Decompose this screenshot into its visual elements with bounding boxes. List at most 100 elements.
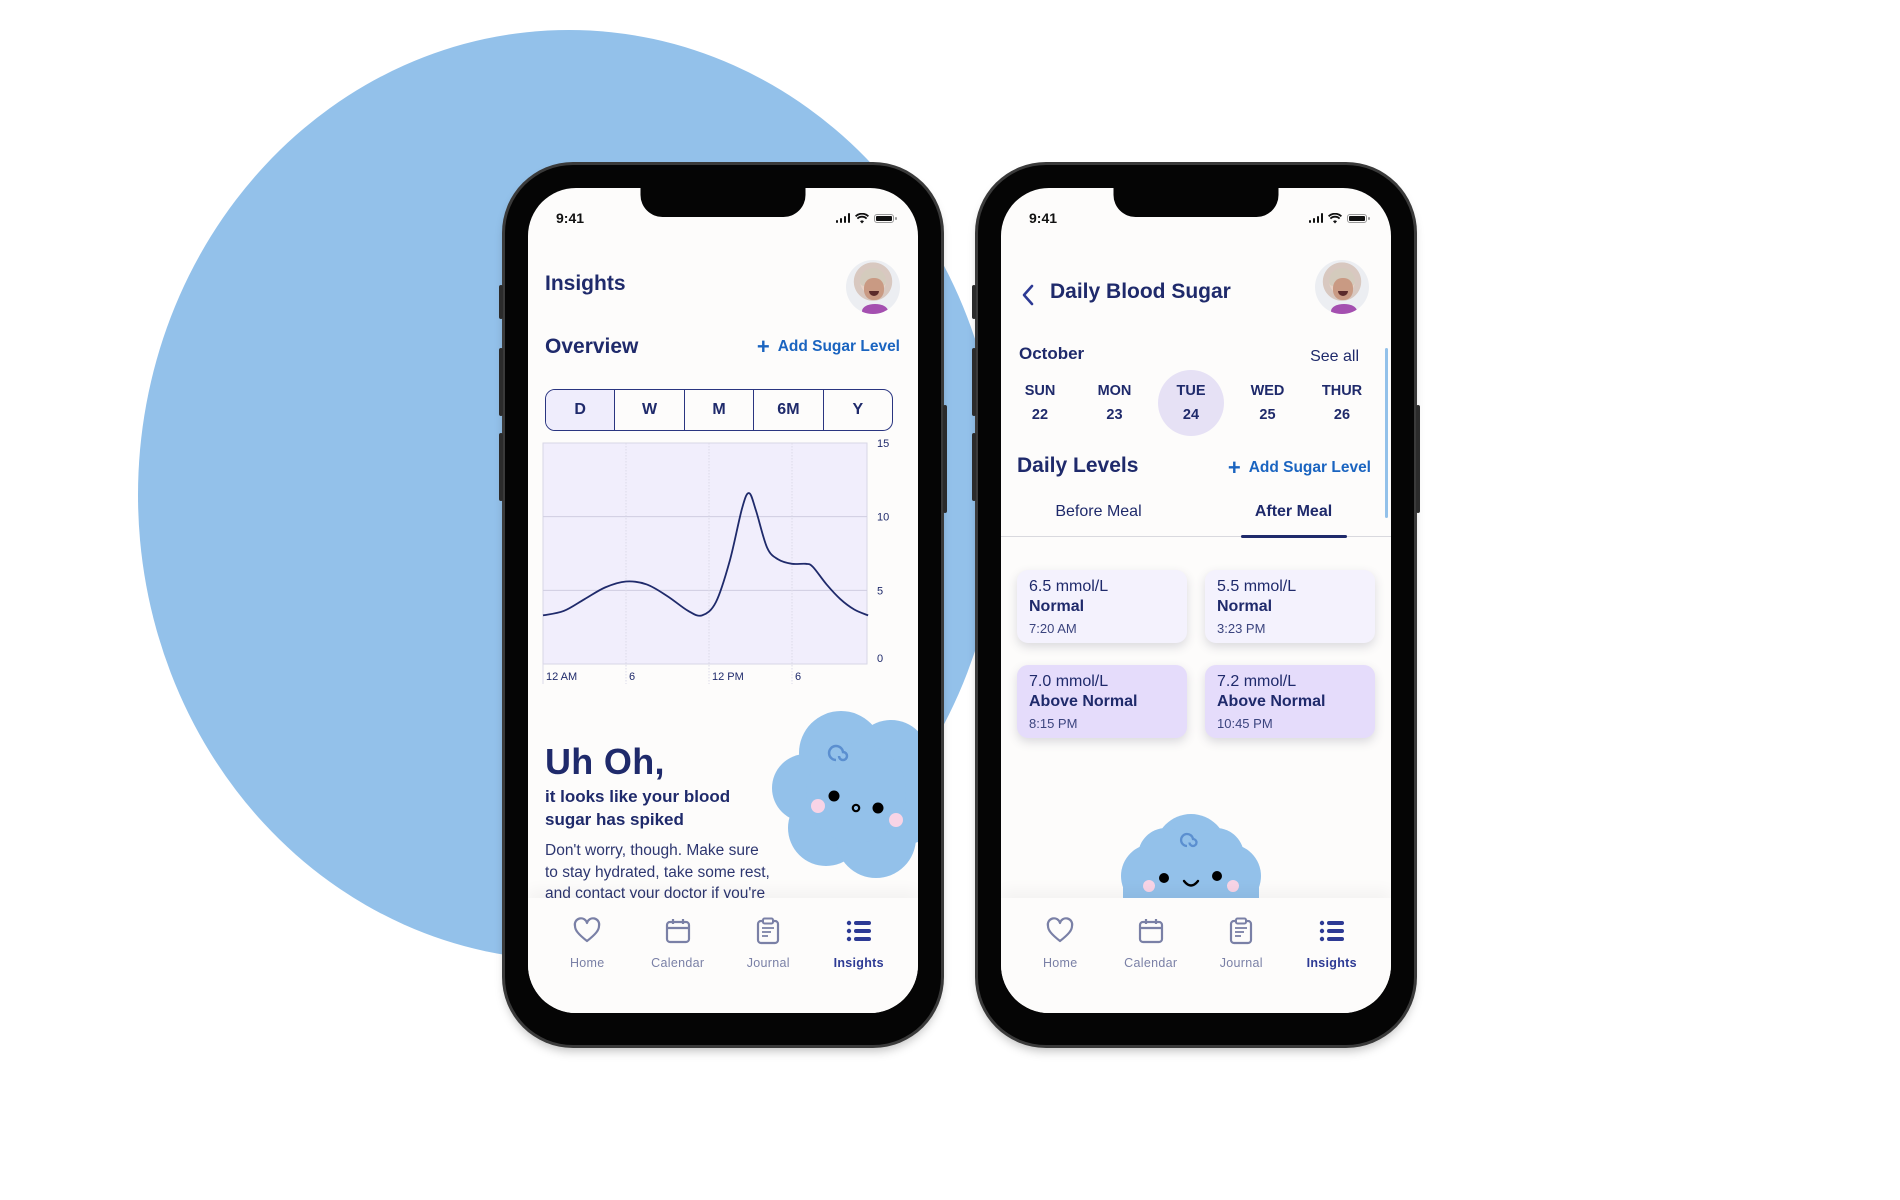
tab-calendar[interactable]: Calendar xyxy=(638,898,718,1013)
reading-card[interactable]: 7.0 mmol/L Above Normal 8:15 PM xyxy=(1017,665,1187,738)
battery-icon xyxy=(874,213,897,223)
chart-plot-area xyxy=(542,442,868,665)
reading-time: 8:15 PM xyxy=(1029,716,1078,731)
tab-home[interactable]: Home xyxy=(547,898,627,1013)
y-tick-label: 0 xyxy=(877,653,883,665)
tab-insights[interactable]: Insights xyxy=(1292,898,1372,1013)
day-mon[interactable]: MON 23 xyxy=(1084,370,1146,436)
tab-before-meal[interactable]: Before Meal xyxy=(1001,499,1196,536)
day-date: 24 xyxy=(1182,407,1200,423)
heart-icon xyxy=(1046,917,1074,943)
range-day[interactable]: D xyxy=(546,390,615,430)
mute-switch xyxy=(972,285,976,319)
day-tue-selected[interactable]: TUE 24 xyxy=(1158,370,1224,436)
tab-calendar-label: Calendar xyxy=(1124,956,1178,970)
reading-card[interactable]: 5.5 mmol/L Normal 3:23 PM xyxy=(1205,570,1375,643)
y-tick-label: 15 xyxy=(877,438,889,450)
add-sugar-level-label: Add Sugar Level xyxy=(777,338,900,355)
chevron-left-icon xyxy=(1022,284,1034,306)
range-year[interactable]: Y xyxy=(822,390,892,430)
scrollbar[interactable] xyxy=(1385,348,1388,518)
power-button xyxy=(943,405,947,513)
notch xyxy=(640,188,806,217)
reading-status: Normal xyxy=(1029,598,1085,615)
tab-bar: Home Calendar Journal Insights xyxy=(528,898,918,1013)
day-date: 23 xyxy=(1106,407,1123,423)
status-time: 9:41 xyxy=(1029,210,1058,226)
day-name: TUE xyxy=(1176,383,1206,399)
reading-card[interactable]: 6.5 mmol/L Normal 7:20 AM xyxy=(1017,570,1187,643)
tab-journal-label: Journal xyxy=(746,956,790,970)
reading-value: 7.2 mmol/L xyxy=(1217,673,1297,690)
calendar-icon xyxy=(1138,919,1163,944)
daily-levels-heading: Daily Levels xyxy=(1017,454,1139,477)
x-tick-label: 6 xyxy=(629,671,635,683)
mute-switch xyxy=(499,285,503,319)
reading-time: 7:20 AM xyxy=(1029,621,1077,636)
tab-insights-label: Insights xyxy=(1306,956,1357,970)
range-selector: D W M 6M Y xyxy=(545,389,893,431)
volume-down-button xyxy=(499,433,503,501)
day-date: 22 xyxy=(1031,407,1049,423)
heart-icon xyxy=(573,917,601,943)
x-tick-label: 12 AM xyxy=(546,671,577,683)
back-button[interactable] xyxy=(1021,284,1035,313)
day-sun[interactable]: SUN 22 xyxy=(1009,370,1071,436)
day-name: MON xyxy=(1097,383,1132,399)
x-tick-label: 6 xyxy=(795,671,801,683)
alert-title: Uh Oh, xyxy=(545,741,665,782)
tab-insights[interactable]: Insights xyxy=(819,898,899,1013)
see-all-link[interactable]: See all xyxy=(1310,348,1359,366)
tab-journal[interactable]: Journal xyxy=(728,898,808,1013)
user-avatar[interactable] xyxy=(1315,260,1369,314)
tab-home-label: Home xyxy=(569,956,605,970)
day-date: 26 xyxy=(1333,407,1351,423)
tab-home-label: Home xyxy=(1042,956,1078,970)
tab-calendar[interactable]: Calendar xyxy=(1111,898,1191,1013)
add-sugar-level-label: Add Sugar Level xyxy=(1248,459,1371,476)
notch xyxy=(1113,188,1279,217)
add-sugar-level-button[interactable]: + Add Sugar Level xyxy=(1228,457,1371,479)
meal-tabs: Before Meal After Meal xyxy=(1001,499,1391,537)
tab-after-meal[interactable]: After Meal xyxy=(1196,499,1391,536)
range-6-months[interactable]: 6M xyxy=(753,390,822,430)
tab-insights-label: Insights xyxy=(833,956,884,970)
worried-cloud-mascot xyxy=(772,711,918,878)
volume-up-button xyxy=(499,348,503,416)
tab-journal[interactable]: Journal xyxy=(1201,898,1281,1013)
wifi-icon xyxy=(1328,212,1342,223)
wifi-icon xyxy=(855,212,869,223)
volume-up-button xyxy=(972,348,976,416)
x-tick-label: 12 PM xyxy=(712,671,744,683)
add-sugar-level-button[interactable]: + Add Sugar Level xyxy=(757,336,900,358)
tab-calendar-label: Calendar xyxy=(651,956,705,970)
daily-blood-sugar-screen: 9:41 Daily Blood Sugar October See all S… xyxy=(1001,188,1391,1013)
calendar-icon xyxy=(665,919,690,944)
tab-journal-label: Journal xyxy=(1219,956,1263,970)
day-thur[interactable]: THUR 26 xyxy=(1311,370,1373,436)
battery-icon xyxy=(1347,213,1370,223)
reading-time: 3:23 PM xyxy=(1217,621,1266,636)
day-selector: SUN 22 MON 23 TUE 24 WED 25 THUR 26 xyxy=(1009,370,1373,436)
signal-icon xyxy=(1308,213,1323,223)
tab-home[interactable]: Home xyxy=(1020,898,1100,1013)
range-month[interactable]: M xyxy=(683,390,753,430)
day-wed[interactable]: WED 25 xyxy=(1237,370,1299,436)
overview-heading: Overview xyxy=(545,335,639,358)
phone-daily-blood-sugar: 9:41 Daily Blood Sugar October See all S… xyxy=(972,165,1420,1045)
month-label: October xyxy=(1019,344,1085,363)
readings-grid: 6.5 mmol/L Normal 7:20 AM 5.5 mmol/L Nor… xyxy=(1017,570,1375,738)
day-name: WED xyxy=(1250,383,1285,399)
reading-status: Above Normal xyxy=(1029,693,1138,710)
page-title: Insights xyxy=(545,272,626,295)
reading-value: 5.5 mmol/L xyxy=(1217,578,1297,595)
user-avatar[interactable] xyxy=(846,260,900,314)
alert-subtitle: it looks like your blood sugar has spike… xyxy=(545,787,731,829)
reading-status: Normal xyxy=(1217,598,1273,615)
range-week[interactable]: W xyxy=(614,390,683,430)
reading-value: 6.5 mmol/L xyxy=(1029,578,1109,595)
plus-icon: + xyxy=(1227,455,1241,480)
day-name: SUN xyxy=(1024,383,1056,399)
reading-card[interactable]: 7.2 mmol/L Above Normal 10:45 PM xyxy=(1205,665,1375,738)
y-tick-label: 10 xyxy=(877,512,889,524)
